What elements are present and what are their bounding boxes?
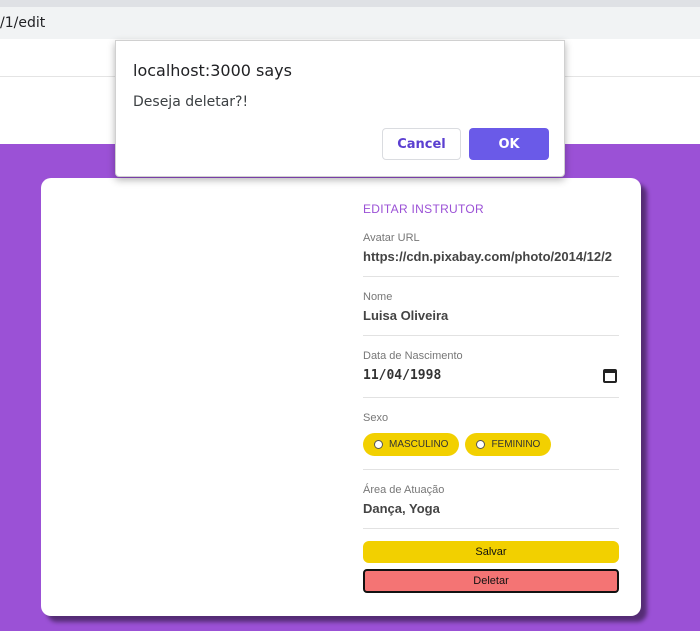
cancel-button[interactable]: Cancel — [382, 128, 461, 160]
name-input[interactable]: Luisa Oliveira — [363, 308, 619, 323]
delete-button[interactable]: Deletar — [363, 569, 619, 593]
calendar-icon[interactable] — [603, 368, 617, 383]
dialog-title: localhost:3000 says — [133, 61, 292, 80]
gender-options: MASCULINO FEMININO — [363, 433, 619, 456]
avatar-area — [41, 178, 341, 616]
area-field: Área de Atuação Dança, Yoga — [363, 484, 619, 529]
birth-date-label: Data de Nascimento — [363, 350, 463, 362]
gender-option-label: FEMININO — [491, 439, 541, 450]
birth-date-field: Data de Nascimento 11/04/1998 — [363, 350, 619, 398]
gender-option-masculino[interactable]: MASCULINO — [363, 433, 460, 456]
confirm-dialog: localhost:3000 says Deseja deletar?! Can… — [115, 40, 565, 177]
dialog-message: Deseja deletar?! — [133, 94, 249, 110]
browser-tab-strip — [0, 0, 700, 7]
area-input[interactable]: Dança, Yoga — [363, 501, 619, 516]
gender-label: Sexo — [363, 412, 389, 424]
radio-icon[interactable] — [476, 440, 486, 449]
birth-date-input[interactable]: 11/04/1998 — [363, 368, 619, 383]
save-button[interactable]: Salvar — [363, 541, 619, 563]
name-label: Nome — [363, 291, 393, 303]
address-bar[interactable]: /1/edit — [0, 7, 700, 39]
avatar-url-input[interactable]: https://cdn.pixabay.com/photo/2014/12/2 — [363, 249, 619, 264]
gender-field: Sexo MASCULINO FEMININO — [363, 412, 619, 470]
radio-icon[interactable] — [374, 440, 383, 449]
name-field: Nome Luisa Oliveira — [363, 291, 619, 336]
gender-option-label: MASCULINO — [389, 439, 449, 450]
gender-option-feminino[interactable]: FEMININO — [465, 433, 552, 456]
area-label: Área de Atuação — [363, 484, 445, 496]
form-title: EDITAR INSTRUTOR — [363, 202, 485, 216]
avatar-url-label: Avatar URL — [363, 232, 420, 244]
avatar-url-field: Avatar URL https://cdn.pixabay.com/photo… — [363, 232, 619, 277]
address-bar-url[interactable]: /1/edit — [0, 15, 45, 31]
instructor-card: EDITAR INSTRUTOR Avatar URL https://cdn.… — [41, 178, 641, 616]
ok-button[interactable]: OK — [469, 128, 549, 160]
birth-date-value[interactable]: 11/04/1998 — [363, 368, 441, 383]
